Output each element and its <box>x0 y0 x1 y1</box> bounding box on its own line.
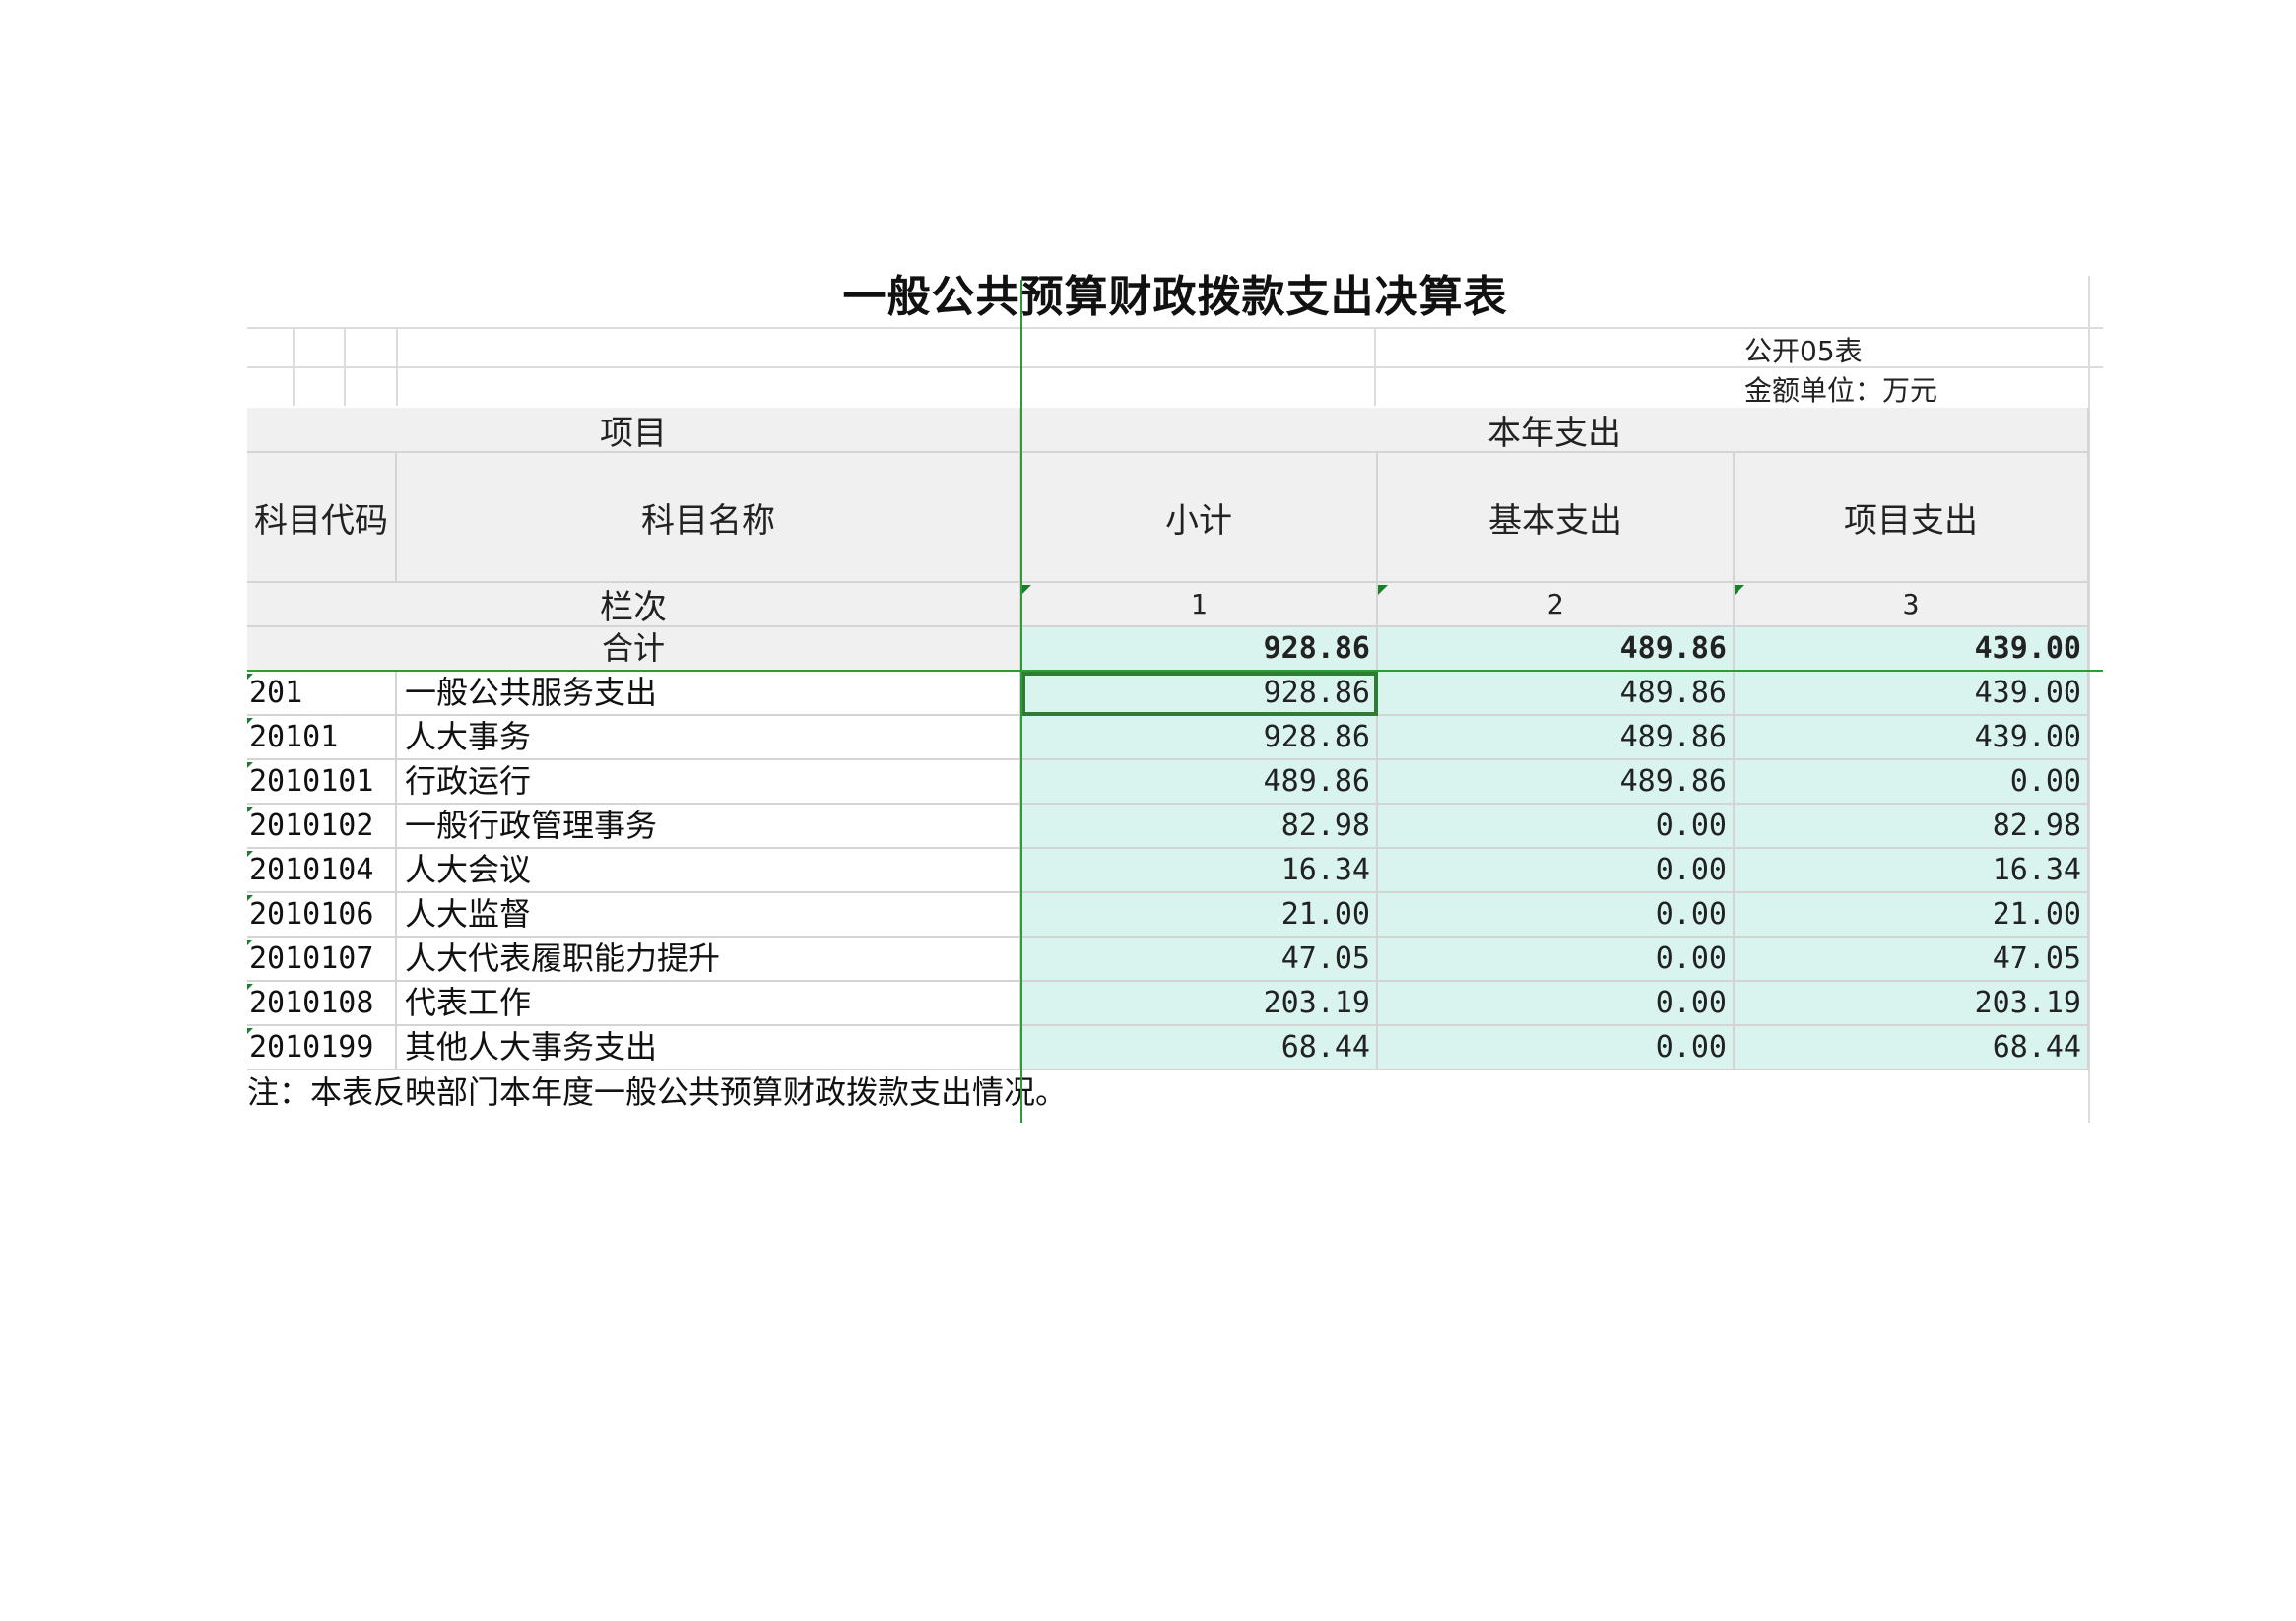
row-code[interactable]: 2010102 <box>247 805 397 849</box>
form-code-label: 公开05表 <box>1744 335 1863 367</box>
row-basic[interactable]: 0.00 <box>1378 805 1735 849</box>
row-marker <box>247 807 253 812</box>
row-subtotal[interactable]: 203.19 <box>1021 982 1378 1026</box>
total-basic[interactable]: 489.86 <box>1378 627 1735 672</box>
row-project[interactable]: 82.98 <box>1735 805 2089 849</box>
row-marker <box>247 1028 253 1034</box>
row-project[interactable]: 16.34 <box>1735 849 2089 893</box>
grid-line <box>293 327 295 406</box>
row-subtotal[interactable]: 68.44 <box>1021 1026 1378 1070</box>
total-row: 合计 928.86 489.86 439.00 <box>247 627 2103 672</box>
row-project[interactable]: 203.19 <box>1735 982 2089 1026</box>
row-code[interactable]: 2010108 <box>247 982 397 1026</box>
table-row: 201 一般公共服务支出 928.86 489.86 439.00 <box>247 672 2103 716</box>
header-project-expense[interactable]: 项目支出 <box>1735 453 2089 583</box>
row-marker <box>247 895 253 901</box>
row-basic[interactable]: 0.00 <box>1378 982 1735 1026</box>
table-row: 2010102 一般行政管理事务 82.98 0.00 82.98 <box>247 805 2103 849</box>
table-row: 2010108 代表工作 203.19 0.00 203.19 <box>247 982 2103 1026</box>
row-project[interactable]: 439.00 <box>1735 672 2089 716</box>
header-column-index[interactable]: 栏次 <box>247 583 1021 627</box>
sheet-title: 一般公共预算财政拨款支出决算表 <box>842 272 1508 322</box>
row-name[interactable]: 代表工作 <box>397 982 1021 1026</box>
row-code[interactable]: 2010104 <box>247 849 397 893</box>
row-code[interactable]: 2010199 <box>247 1026 397 1070</box>
header-subtotal[interactable]: 小计 <box>1021 453 1378 583</box>
row-basic[interactable]: 0.00 <box>1378 1026 1735 1070</box>
row-code[interactable]: 2010107 <box>247 938 397 982</box>
row-project[interactable]: 21.00 <box>1735 893 2089 938</box>
cell-comment-marker <box>1021 585 1031 595</box>
row-project[interactable]: 47.05 <box>1735 938 2089 982</box>
table-row: 20101 人大事务 928.86 489.86 439.00 <box>247 716 2103 760</box>
table-row: 2010199 其他人大事务支出 68.44 0.00 68.44 <box>247 1026 2103 1070</box>
row-marker <box>247 984 253 990</box>
row-project[interactable]: 0.00 <box>1735 760 2089 805</box>
row-code[interactable]: 2010106 <box>247 893 397 938</box>
row-project[interactable]: 68.44 <box>1735 1026 2089 1070</box>
row-basic[interactable]: 489.86 <box>1378 672 1735 716</box>
grid-line <box>247 327 2103 329</box>
header-subject-name[interactable]: 科目名称 <box>397 453 1021 583</box>
row-name[interactable]: 人大监督 <box>397 893 1021 938</box>
header-col-1[interactable]: 1 <box>1021 583 1378 627</box>
row-code[interactable]: 20101 <box>247 716 397 760</box>
spreadsheet-sheet: 一般公共预算财政拨款支出决算表 公开05表 金额单位：万元 项目 本年支出 科目… <box>247 268 2103 1123</box>
row-basic[interactable]: 0.00 <box>1378 893 1735 938</box>
unit-label: 金额单位：万元 <box>1744 374 1938 407</box>
header-subject-code[interactable]: 科目代码 <box>247 453 397 583</box>
row-subtotal[interactable]: 489.86 <box>1021 760 1378 805</box>
row-marker <box>247 762 253 768</box>
row-project[interactable]: 439.00 <box>1735 716 2089 760</box>
row-name[interactable]: 人大会议 <box>397 849 1021 893</box>
row-subtotal[interactable]: 82.98 <box>1021 805 1378 849</box>
row-code[interactable]: 2010101 <box>247 760 397 805</box>
table-row: 2010104 人大会议 16.34 0.00 16.34 <box>247 849 2103 893</box>
table-row: 2010107 人大代表履职能力提升 47.05 0.00 47.05 <box>247 938 2103 982</box>
total-subtotal[interactable]: 928.86 <box>1021 627 1378 672</box>
freeze-pane-vertical[interactable] <box>1020 280 1022 1123</box>
header-col-2[interactable]: 2 <box>1378 583 1735 627</box>
row-marker <box>247 940 253 945</box>
cell-comment-marker <box>1735 585 1744 595</box>
header-basic-expense[interactable]: 基本支出 <box>1378 453 1735 583</box>
row-subtotal[interactable]: 21.00 <box>1021 893 1378 938</box>
row-subtotal[interactable]: 16.34 <box>1021 849 1378 893</box>
row-marker <box>247 674 253 680</box>
total-label[interactable]: 合计 <box>247 627 1021 672</box>
grid-line <box>1374 327 1376 406</box>
row-code[interactable]: 201 <box>247 672 397 716</box>
row-subtotal[interactable]: 928.86 <box>1021 716 1378 760</box>
header-current-year-expense[interactable]: 本年支出 <box>1021 408 2089 453</box>
row-basic[interactable]: 489.86 <box>1378 760 1735 805</box>
row-name[interactable]: 其他人大事务支出 <box>397 1026 1021 1070</box>
row-marker <box>247 718 253 724</box>
grid-line <box>396 327 398 406</box>
row-subtotal[interactable]: 47.05 <box>1021 938 1378 982</box>
total-project[interactable]: 439.00 <box>1735 627 2089 672</box>
row-basic[interactable]: 0.00 <box>1378 849 1735 893</box>
grid-line <box>344 327 346 406</box>
table-row: 2010101 行政运行 489.86 489.86 0.00 <box>247 760 2103 805</box>
row-subtotal-selected-cell[interactable]: 928.86 <box>1021 672 1378 716</box>
row-basic[interactable]: 0.00 <box>1378 938 1735 982</box>
header-project[interactable]: 项目 <box>247 408 1021 453</box>
row-name[interactable]: 一般行政管理事务 <box>397 805 1021 849</box>
row-name[interactable]: 行政运行 <box>397 760 1021 805</box>
row-name[interactable]: 一般公共服务支出 <box>397 672 1021 716</box>
row-marker <box>247 851 253 857</box>
row-name[interactable]: 人大代表履职能力提升 <box>397 938 1021 982</box>
freeze-pane-horizontal[interactable] <box>247 670 2103 672</box>
table-note: 注：本表反映部门本年度一般公共预算财政拨款支出情况。 <box>247 1073 1068 1111</box>
cell-comment-marker <box>1378 585 1388 595</box>
row-basic[interactable]: 489.86 <box>1378 716 1735 760</box>
header-col-3[interactable]: 3 <box>1735 583 2089 627</box>
table-row: 2010106 人大监督 21.00 0.00 21.00 <box>247 893 2103 938</box>
row-name[interactable]: 人大事务 <box>397 716 1021 760</box>
